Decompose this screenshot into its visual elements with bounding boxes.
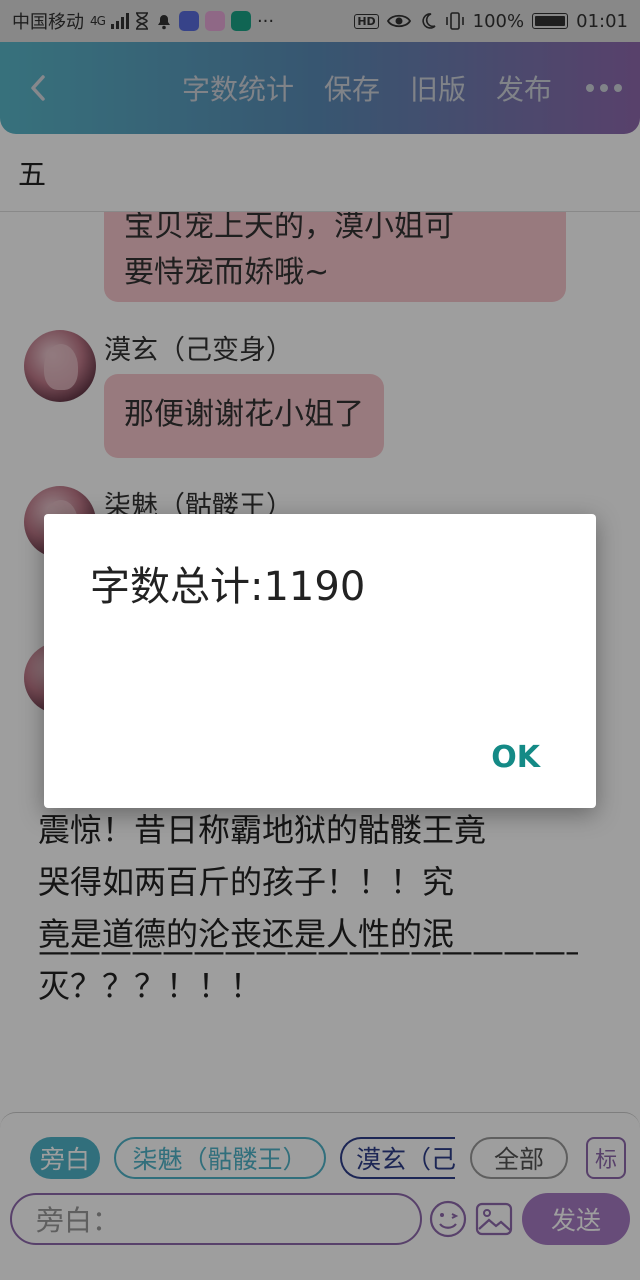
ok-button[interactable]: OK [491,740,540,775]
dialog-message: 字数总计:1190 [90,564,366,610]
word-count-dialog: 字数总计:1190 OK [44,514,596,808]
